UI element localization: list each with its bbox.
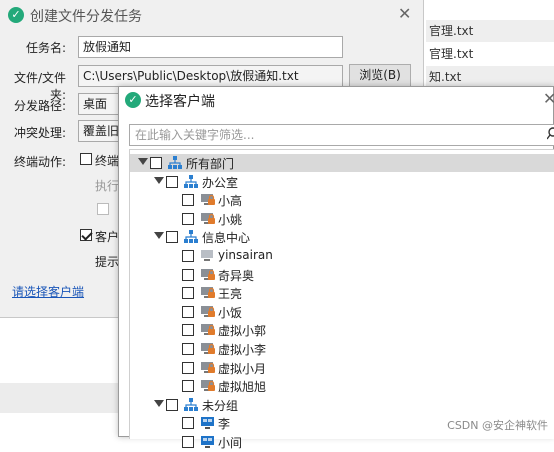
tree-client-checkbox[interactable]: [182, 268, 194, 281]
path-label: 分发路径:: [13, 99, 66, 113]
prompt-label: 提示: [95, 255, 120, 269]
tree-group-row[interactable]: 信息中心: [130, 228, 554, 246]
tree-client-checkbox[interactable]: [182, 194, 194, 207]
locked-computer-icon: [200, 379, 216, 393]
locked-computer-icon: [200, 342, 216, 356]
locked-computer-icon: [200, 361, 216, 375]
tree-client-label: 小饭: [218, 305, 243, 320]
tree-root-label: 所有部门: [186, 157, 235, 171]
tree-client-checkbox[interactable]: [182, 287, 194, 300]
tree-client-label: 虚拟小月: [218, 361, 267, 376]
client-checkbox[interactable]: [80, 229, 92, 241]
task-name-label: 任务名:: [25, 41, 66, 55]
org-tree-icon: [184, 174, 198, 189]
tree-client-row[interactable]: 王亮: [130, 284, 554, 302]
computer-icon: [200, 249, 216, 263]
tree-client-row[interactable]: 虚拟小郭: [130, 321, 554, 339]
list-item[interactable]: 官理.txt: [426, 43, 554, 65]
tree-client-row[interactable]: 小间: [130, 433, 554, 451]
search-icon[interactable]: [546, 126, 554, 142]
locked-computer-icon: [200, 286, 216, 300]
client-checkbox-label: 客户: [95, 230, 120, 244]
tree-client-label: 王亮: [218, 287, 243, 302]
locked-computer-icon: [200, 193, 216, 207]
tree-client-row[interactable]: 小饭: [130, 303, 554, 321]
expand-arrow-icon[interactable]: [154, 399, 164, 407]
tree-client-row[interactable]: 虚拟旭旭: [130, 377, 554, 395]
exec-label: 执行: [95, 179, 120, 193]
tree-client-checkbox[interactable]: [182, 436, 194, 448]
tree-root-row[interactable]: 所有部门: [130, 154, 554, 172]
tree-group-label: 办公室: [202, 175, 239, 190]
tree-client-label: yinsairan: [218, 248, 273, 262]
file-path-field[interactable]: C:\Users\Public\Desktop\放假通知.txt: [78, 65, 343, 87]
tree-client-checkbox[interactable]: [182, 343, 194, 355]
tree-client-label: 奇异奥: [218, 268, 255, 283]
dialog-titlebar: ✓ 创建文件分发任务 ✕: [0, 0, 423, 30]
watermark: CSDN @安企神软件: [447, 419, 548, 432]
client-tree: 所有部门办公室小高小姚信息中心 yinsairan 奇异奥王亮小饭虚拟小郭虚拟小李虚…: [129, 149, 554, 450]
tree-client-checkbox[interactable]: [182, 305, 194, 318]
windows-computer-icon: [200, 416, 216, 430]
tree-client-checkbox[interactable]: [182, 250, 194, 262]
tree-client-label: 虚拟小李: [218, 343, 267, 357]
tree-group-row[interactable]: 办公室: [130, 173, 554, 191]
locked-computer-icon: [200, 305, 216, 319]
tree-group-checkbox[interactable]: [166, 398, 178, 411]
list-item[interactable]: 知.txt: [426, 66, 554, 88]
select-client-dialog: ✓ 选择客户端 ✕ 在此输入关键字筛选... 所有部门办公室小高小姚信息中心 yi…: [118, 86, 554, 450]
dialog-title: 创建文件分发任务: [30, 9, 142, 25]
conflict-label: 冲突处理:: [13, 126, 66, 140]
tree-client-label: 小姚: [218, 212, 243, 227]
tree-group-label: 信息中心: [202, 231, 251, 246]
browse-button[interactable]: 浏览(B): [349, 64, 411, 87]
tree-group-checkbox[interactable]: [166, 175, 178, 188]
terminal-action-label: 终端动作:: [13, 155, 66, 169]
tree-group-row[interactable]: 未分组: [130, 396, 554, 414]
expand-arrow-icon[interactable]: [154, 232, 164, 240]
tree-client-row[interactable]: 小姚: [130, 210, 554, 228]
org-tree-icon: [184, 397, 198, 412]
terminal-action-checkbox[interactable]: [80, 153, 92, 165]
tree-client-row[interactable]: 小高: [130, 191, 554, 209]
tree-client-label: 虚拟小郭: [218, 324, 267, 339]
tree-root-checkbox[interactable]: [150, 157, 162, 169]
close-icon[interactable]: ✕: [398, 4, 411, 24]
locked-computer-icon: [200, 212, 216, 226]
app-logo-icon: ✓: [125, 92, 141, 108]
close-icon[interactable]: ✕: [543, 89, 554, 109]
tree-client-checkbox[interactable]: [182, 417, 194, 430]
tree-client-row[interactable]: yinsairan: [130, 247, 554, 265]
tree-group-checkbox[interactable]: [166, 231, 178, 244]
tree-group-label: 未分组: [202, 398, 239, 413]
tree-client-label: 李: [218, 417, 231, 432]
select-clients-link[interactable]: 请选择客户端: [12, 283, 84, 300]
tree-client-checkbox[interactable]: [182, 324, 194, 337]
list-item[interactable]: 官理.txt: [426, 20, 554, 42]
tree-client-checkbox[interactable]: [182, 361, 194, 374]
expand-arrow-icon[interactable]: [138, 158, 148, 165]
dialog-titlebar: ✓ 选择客户端 ✕: [119, 87, 554, 115]
windows-computer-icon: [200, 435, 216, 449]
tree-client-row[interactable]: 虚拟小月: [130, 359, 554, 377]
disabled-checkbox: [97, 203, 109, 215]
org-tree-icon: [168, 156, 182, 170]
locked-computer-icon: [200, 323, 216, 337]
expand-arrow-icon[interactable]: [154, 176, 164, 184]
dialog-title: 选择客户端: [145, 94, 215, 110]
task-name-field[interactable]: 放假通知: [78, 36, 343, 58]
org-tree-icon: [184, 230, 198, 244]
terminal-action-checkbox-label: 终端: [95, 154, 120, 168]
background-panel: [0, 383, 120, 413]
search-input[interactable]: 在此输入关键字筛选...: [129, 124, 554, 146]
tree-client-checkbox[interactable]: [182, 380, 194, 393]
tree-client-row[interactable]: 奇异奥: [130, 266, 554, 284]
app-logo-icon: ✓: [8, 7, 24, 23]
tree-client-row[interactable]: 虚拟小李: [130, 340, 554, 358]
tree-client-label: 小高: [218, 194, 243, 209]
tree-client-checkbox[interactable]: [182, 212, 194, 225]
tree-client-label: 虚拟旭旭: [218, 380, 267, 395]
locked-computer-icon: [200, 268, 216, 282]
